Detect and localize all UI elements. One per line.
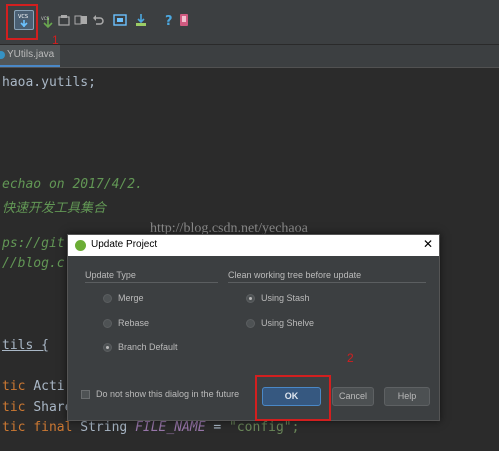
code-line-field-3: tic final String FILE_NAME = "config"; <box>2 420 300 435</box>
history-icon[interactable] <box>57 12 71 26</box>
radio-button[interactable] <box>103 319 112 328</box>
radio-button[interactable] <box>103 343 112 352</box>
android-device-monitor-icon[interactable] <box>178 12 192 26</box>
do-not-show-label: Do not show this dialog in the future <box>96 389 240 399</box>
section-divider <box>85 282 218 283</box>
editor-tab-strip: YUtils.java <box>0 45 499 68</box>
ide-window: VCS VCS ? 1 YUtils.java haoa.yutils; ech… <box>0 0 499 451</box>
clean-tree-label: Clean working tree before update <box>228 270 362 280</box>
dialog-titlebar[interactable]: Update Project ✕ <box>68 235 439 256</box>
do-not-show-checkbox[interactable] <box>81 390 90 399</box>
radio-label: Using Shelve <box>261 318 315 328</box>
project-structure-icon[interactable] <box>113 12 127 26</box>
annotation-highlight-2 <box>255 375 331 421</box>
annotation-number-2: 2 <box>347 351 354 365</box>
code-line-package: haoa.yutils; <box>2 75 96 90</box>
cancel-button[interactable]: Cancel <box>332 387 374 406</box>
toolbar: VCS VCS ? 1 <box>0 0 499 47</box>
vcs-commit-icon[interactable]: VCS <box>41 14 55 29</box>
radio-label: Using Stash <box>261 293 310 303</box>
revert-icon[interactable] <box>91 12 105 26</box>
radio-button[interactable] <box>103 294 112 303</box>
dialog-title: Update Project <box>91 239 158 250</box>
android-studio-icon <box>75 240 86 251</box>
code-line-link-2: //blog.c <box>2 256 65 271</box>
close-icon[interactable]: ✕ <box>423 237 433 251</box>
code-line-author: echao on 2017/4/2. <box>2 177 143 192</box>
code-line-class: tils { <box>2 338 49 353</box>
svg-text:?: ? <box>165 14 173 27</box>
tab-yutils-java[interactable]: YUtils.java <box>0 45 60 67</box>
radio-label: Rebase <box>118 318 150 328</box>
radio-label: Merge <box>118 293 144 303</box>
svg-text:VCS: VCS <box>41 16 50 21</box>
update-project-dialog: Update Project ✕ Update Type Clean worki… <box>67 234 440 421</box>
tab-label: YUtils.java <box>7 49 55 60</box>
java-class-icon <box>0 51 5 59</box>
radio-label: Branch Default <box>118 342 178 352</box>
code-line-field-1: tic Acti <box>2 379 65 394</box>
help-icon[interactable]: ? <box>162 12 176 29</box>
code-line-link-1: ps://git <box>2 236 65 251</box>
code-line-desc: 快速开发工具集合 <box>2 201 107 216</box>
help-button[interactable]: Help <box>384 387 430 406</box>
sdk-manager-icon[interactable] <box>134 12 148 26</box>
compare-icon[interactable] <box>74 12 88 26</box>
update-type-label: Update Type <box>85 270 136 280</box>
radio-button[interactable] <box>246 319 255 328</box>
annotation-highlight-1 <box>6 4 38 40</box>
section-divider <box>228 282 426 283</box>
code-line-field-2: tic Share <box>2 400 73 415</box>
radio-button[interactable] <box>246 294 255 303</box>
